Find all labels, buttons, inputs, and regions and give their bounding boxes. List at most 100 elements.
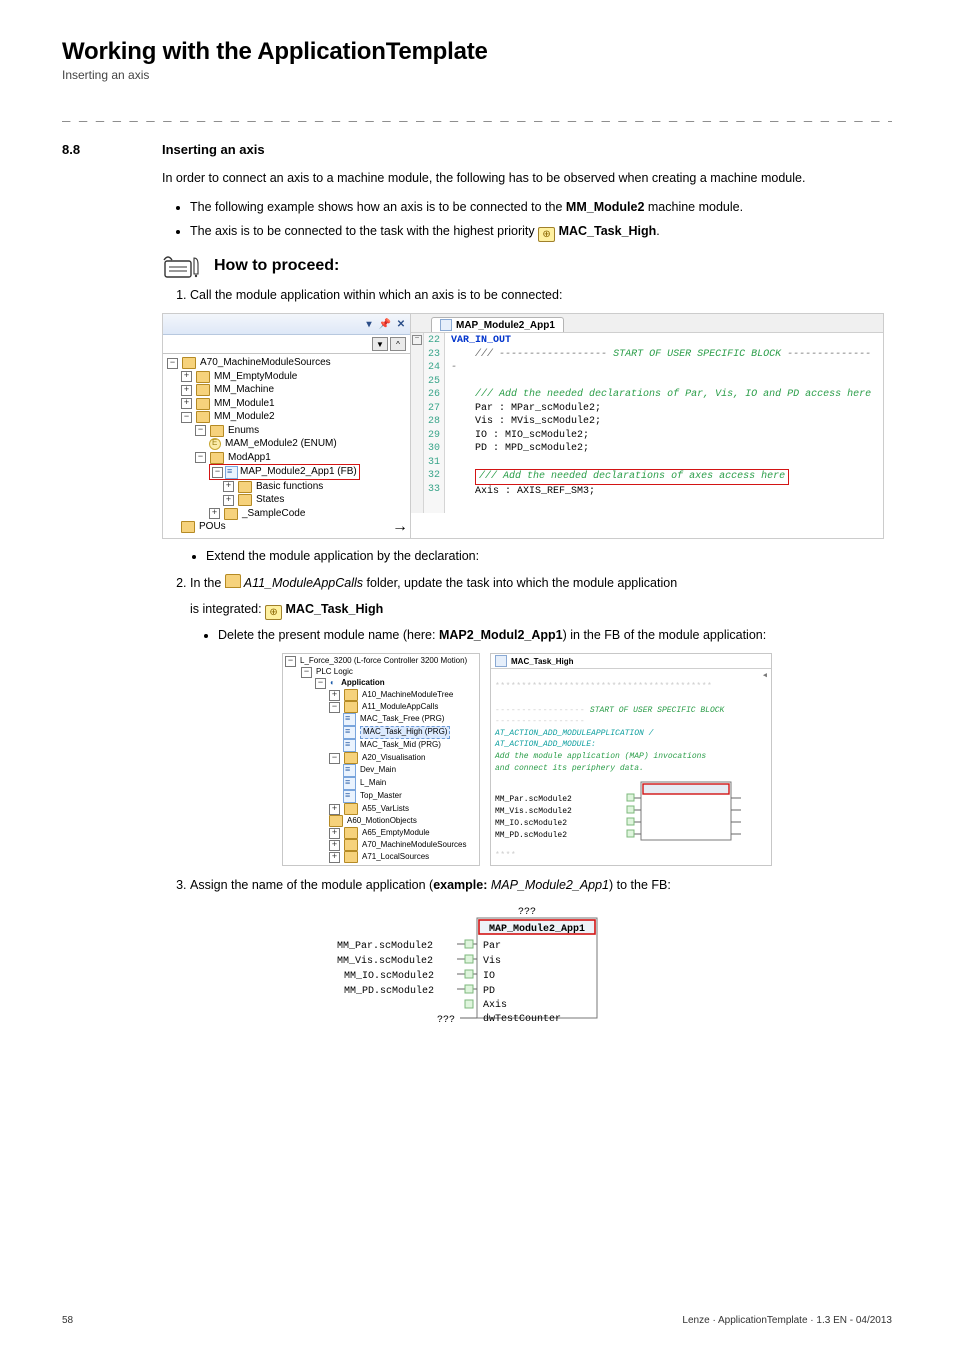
tree-application[interactable]: Application	[341, 678, 385, 689]
task-icon: ⊕	[538, 227, 555, 242]
collapse-icon[interactable]: −	[212, 467, 223, 478]
expand-icon[interactable]: +	[181, 398, 192, 409]
port-io: IO	[483, 971, 495, 982]
footer-stamp: Lenze · ApplicationTemplate · 1.3 EN - 0…	[682, 1315, 892, 1326]
fb-icon	[495, 655, 507, 667]
tree-a11[interactable]: A11_ModuleAppCalls	[362, 702, 438, 713]
expand-icon[interactable]: +	[181, 385, 192, 396]
tree-a60[interactable]: A60_MotionObjects	[347, 816, 417, 827]
editor-tab[interactable]: MAP_Module2_App1	[431, 317, 564, 332]
folder-icon	[238, 494, 252, 506]
tree-devmain[interactable]: Dev_Main	[360, 765, 396, 776]
code-content[interactable]: VAR_IN_OUT /// ------------------ START …	[445, 333, 883, 513]
expand-icon[interactable]: +	[209, 508, 220, 519]
code-axis: Axis : AXIS_REF_SM3;	[475, 486, 595, 497]
tree-states[interactable]: States	[256, 493, 284, 507]
fb-in-q: ???	[437, 1015, 455, 1026]
tree-empty[interactable]: MM_EmptyModule	[214, 370, 297, 384]
bullet-1a: The following example shows how an axis …	[190, 200, 566, 214]
expand-icon[interactable]: +	[223, 481, 234, 492]
tree-root[interactable]: L_Force_3200 (L-force Controller 3200 Mo…	[300, 656, 467, 667]
tree-map-fb[interactable]: MAP_Module2_App1 (FB)	[240, 465, 357, 479]
tree-enum-item[interactable]: MAM_eModule2 (ENUM)	[225, 437, 337, 451]
tree-module2[interactable]: MM_Module2	[214, 410, 275, 424]
tree-a71[interactable]: A71_LocalSources	[362, 852, 429, 863]
fb-in-io: MM_IO.scModule2	[344, 970, 434, 982]
separator: _ _ _ _ _ _ _ _ _ _ _ _ _ _ _ _ _ _ _ _ …	[62, 106, 892, 122]
tree-topmaster[interactable]: Top_Master	[360, 791, 402, 802]
collapse-icon[interactable]: −	[195, 452, 206, 463]
dash-r: -----------------	[495, 716, 767, 728]
code-vis: Vis : MVis_scModule2;	[475, 416, 601, 427]
arrow-right-icon: →	[386, 522, 408, 532]
collapse-icon[interactable]: −	[181, 412, 192, 423]
tree-filter-row: ▼ ^	[163, 335, 410, 354]
tree-task-mid[interactable]: MAC_Task_Mid (PRG)	[360, 740, 441, 751]
tree-map-fb-highlight: − MAP_Module2_App1 (FB)	[209, 464, 360, 480]
step-2-del-a: Delete the present module name (here:	[218, 628, 439, 642]
code-start-cmt: START OF USER SPECIFIC BLOCK	[607, 349, 787, 360]
task-tab[interactable]: MAC_Task_High	[491, 654, 771, 669]
expand-icon[interactable]: +	[223, 495, 234, 506]
tree-lmain[interactable]: L_Main	[360, 778, 386, 789]
tree-a70b[interactable]: A70_MachineModuleSources	[362, 840, 467, 851]
fb-title: MAP_Module2_App1	[489, 923, 585, 935]
line-numbers: 222324 252627 282930 313233	[424, 333, 445, 513]
task-icon: ⊕	[265, 605, 282, 620]
step-2b: folder, update the task into which the m…	[363, 576, 677, 590]
task-code[interactable]: ◀ **************************************…	[491, 669, 771, 863]
tree-task-free[interactable]: MAC_Task_Free (PRG)	[360, 714, 444, 725]
tree-modapp1[interactable]: ModApp1	[228, 451, 271, 465]
svg-text:MM_IO.scModule2: MM_IO.scModule2	[495, 819, 567, 828]
page-number: 58	[62, 1315, 73, 1326]
tree-a20[interactable]: A20_Visualisation	[362, 753, 425, 764]
expand-icon[interactable]: +	[181, 371, 192, 382]
code-axes-cmt-highlight: /// Add the needed declarations of axes …	[475, 469, 789, 485]
step-2a: In the	[190, 576, 225, 590]
port-par: Par	[483, 941, 501, 952]
tree-a65[interactable]: A65_EmptyModule	[362, 828, 430, 839]
tree-basic[interactable]: Basic functions	[256, 480, 323, 494]
scroll-up-icon[interactable]: ^	[390, 337, 406, 351]
collapse-icon[interactable]: −	[195, 425, 206, 436]
tree-task-high-selected[interactable]: MAC_Task_High (PRG)	[360, 726, 450, 739]
project-tree[interactable]: − A70_MachineModuleSources + MM_EmptyModul…	[163, 354, 410, 538]
folder-icon	[196, 384, 210, 396]
fb-instance-name: ???	[518, 907, 536, 918]
tree-pous[interactable]: POUs	[199, 520, 226, 534]
svg-text:MM_Vis.scModule2: MM_Vis.scModule2	[495, 807, 572, 816]
tree-sample[interactable]: _SampleCode	[242, 507, 305, 521]
dropdown-arrow-icon[interactable]: ▼	[372, 337, 388, 351]
code-pd: PD : MPD_scModule2;	[475, 443, 589, 454]
fold-gutter[interactable]: −	[411, 333, 424, 513]
folder-icon	[224, 508, 238, 520]
folder-icon	[196, 411, 210, 423]
autohide-icon[interactable]: ▾	[364, 319, 374, 329]
editor-tab-label: MAP_Module2_App1	[456, 320, 555, 331]
port-testcounter: dwTestCounter	[483, 1013, 561, 1025]
port-pd: PD	[483, 986, 495, 997]
proceed-icon	[162, 252, 206, 280]
device-tree[interactable]: −L_Force_3200 (L-force Controller 3200 M…	[282, 653, 480, 866]
close-icon[interactable]: ✕	[396, 319, 406, 329]
step-3-ex-label: example:	[433, 878, 487, 892]
tree-a70[interactable]: A70_MachineModuleSources	[200, 356, 331, 370]
enum-icon	[209, 438, 221, 450]
svg-text:MM_Par.scModule2: MM_Par.scModule2	[495, 795, 572, 804]
dash-l: -----------------	[495, 706, 585, 715]
step-3: Assign the name of the module applicatio…	[190, 876, 892, 895]
tree-machine[interactable]: MM_Machine	[214, 383, 274, 397]
port-vis: Vis	[483, 955, 501, 967]
fb-block-pre: MM_Par.scModule2 MM_Vis.scModule2 MM_IO.…	[495, 780, 755, 850]
folder-icon	[196, 398, 210, 410]
tree-module1[interactable]: MM_Module1	[214, 397, 275, 411]
tree-a10[interactable]: A10_MachineModuleTree	[362, 690, 453, 701]
step-2c: is integrated:	[190, 602, 265, 616]
pin-icon[interactable]: 📌	[380, 319, 390, 329]
tree-enums[interactable]: Enums	[228, 424, 259, 438]
tree-a55[interactable]: A55_VarLists	[362, 804, 409, 815]
collapse-icon[interactable]: −	[167, 358, 178, 369]
bullet-1b: machine module.	[644, 200, 743, 214]
sep-top: ****************************************…	[495, 681, 767, 693]
folder-icon	[196, 371, 210, 383]
